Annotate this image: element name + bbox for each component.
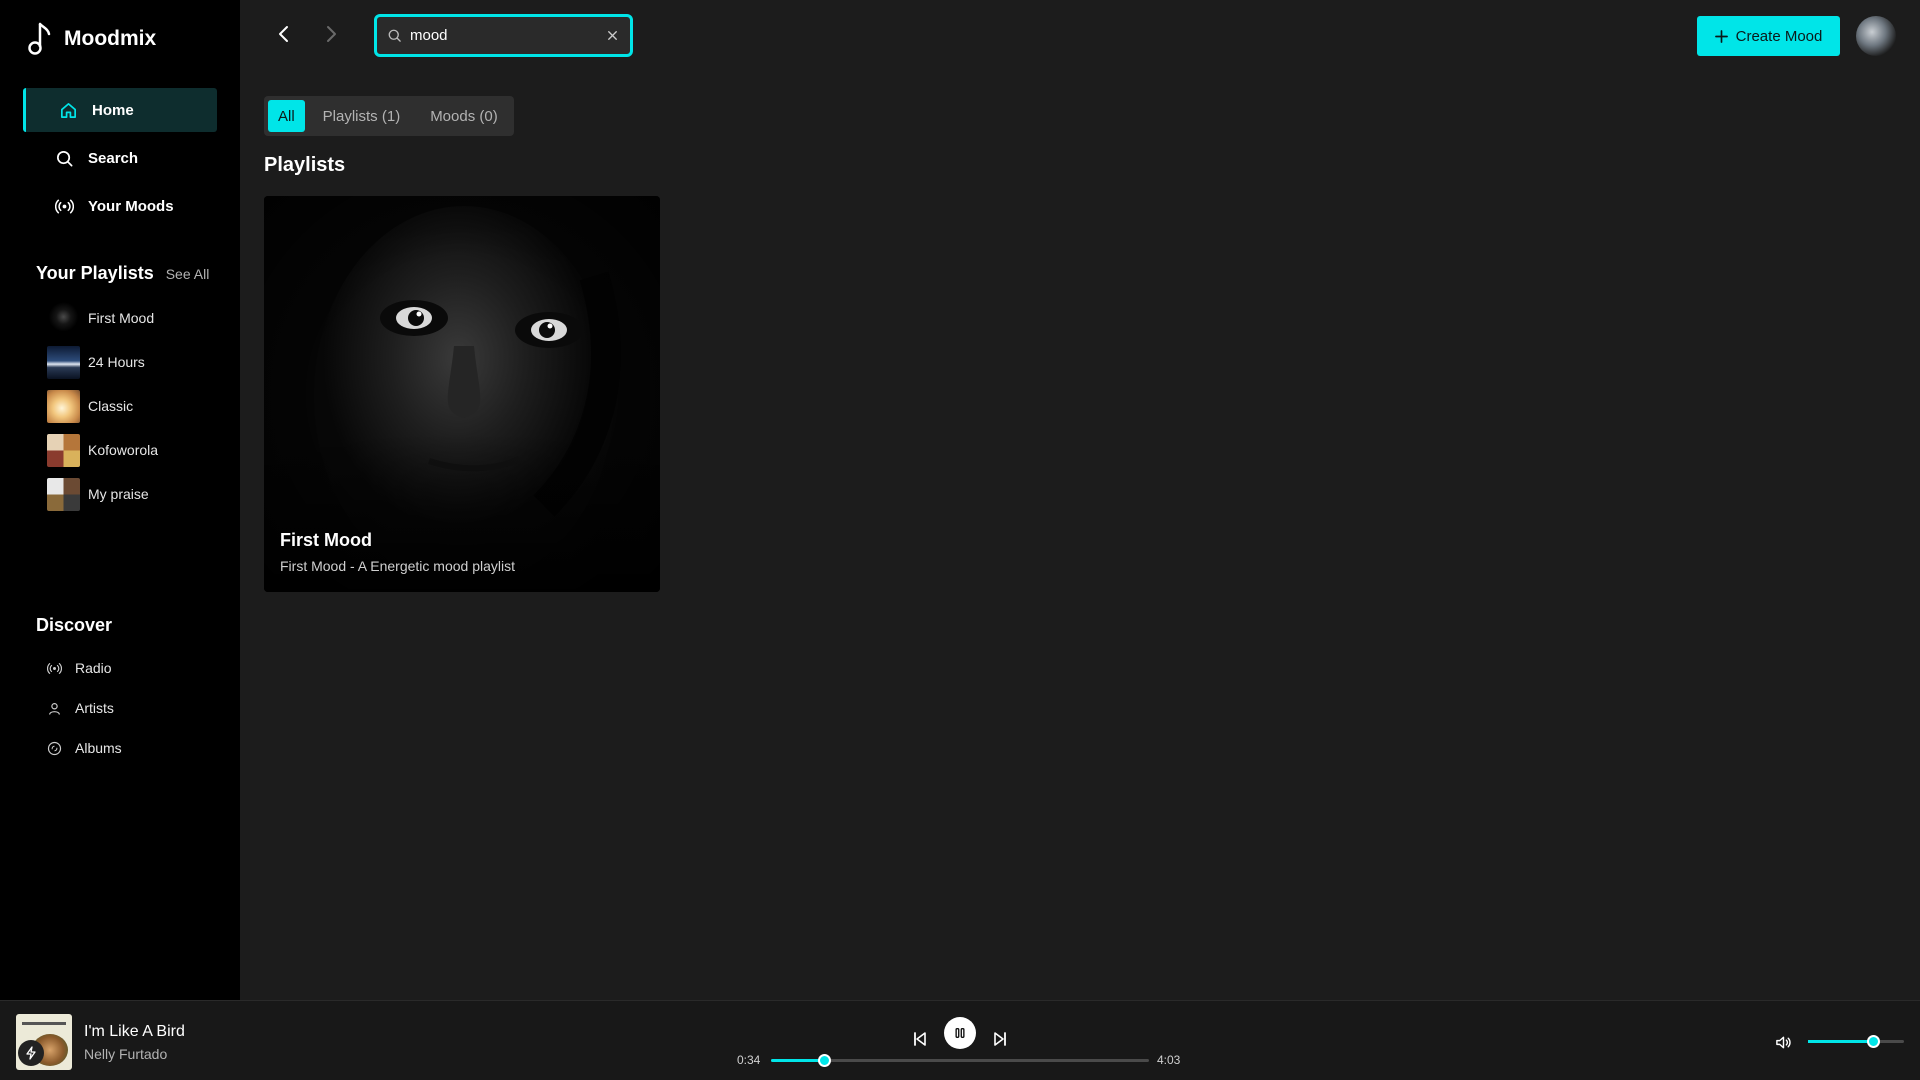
user-icon <box>49 702 60 715</box>
progress-fill <box>771 1059 824 1062</box>
discover-item-radio[interactable]: Radio <box>47 648 227 688</box>
playlist-card[interactable]: First Mood First Mood - A Energetic mood… <box>264 196 660 592</box>
volume-fill <box>1808 1040 1874 1043</box>
filter-tab-playlists[interactable]: Playlists (1) <box>311 100 413 132</box>
card-title: First Mood <box>280 530 372 550</box>
search-icon <box>56 150 73 166</box>
playlist-thumbnail <box>47 433 80 467</box>
create-mood-label: Create Mood <box>1735 27 1823 45</box>
playlist-list: First Mood 24 Hours Classic Kofoworola M… <box>47 296 227 516</box>
playlists-header: Your Playlists See All <box>36 263 209 284</box>
section-title: Your Playlists <box>36 263 154 283</box>
app-name: Moodmix <box>64 27 157 50</box>
results-heading: Playlists <box>264 154 346 176</box>
plus-icon <box>1714 29 1728 43</box>
nav-label: Search <box>88 149 139 167</box>
sidebar-playlist-24-hours[interactable]: 24 Hours <box>47 340 227 384</box>
playlist-label: First Mood <box>88 310 155 326</box>
bolt-icon <box>18 1040 44 1066</box>
discover-item-albums[interactable]: Albums <box>47 728 227 768</box>
playlist-label: 24 Hours <box>88 354 145 370</box>
search-input[interactable] <box>410 27 597 44</box>
total-duration: 4:03 <box>1157 1053 1181 1067</box>
forward-arrow-icon[interactable] <box>319 22 343 46</box>
nav-label: Home <box>92 101 134 119</box>
playlist-thumbnail <box>47 345 80 379</box>
progress-bar[interactable] <box>771 1054 1149 1067</box>
playlist-label: My praise <box>88 486 149 502</box>
sidebar-playlist-first-mood[interactable]: First Mood <box>47 296 227 340</box>
user-avatar[interactable] <box>1856 16 1896 56</box>
filter-tab-all[interactable]: All <box>268 100 305 132</box>
discover-label: Radio <box>75 660 112 676</box>
discover-label: Artists <box>75 700 114 716</box>
volume-handle[interactable] <box>1867 1035 1881 1048</box>
nav-item-search[interactable]: Search <box>23 136 217 180</box>
broadcast-icon <box>55 199 74 213</box>
nav-item-your-moods[interactable]: Your Moods <box>23 184 217 228</box>
music-note-icon <box>28 22 51 55</box>
back-arrow-icon[interactable] <box>272 22 296 46</box>
section-title: Discover <box>36 615 113 635</box>
clear-icon[interactable] <box>605 28 620 43</box>
playlist-label: Classic <box>88 398 134 414</box>
track-title[interactable]: I'm Like A Bird <box>84 1023 185 1041</box>
discover-item-artists[interactable]: Artists <box>47 688 227 728</box>
sidebar-playlist-my-praise[interactable]: My praise <box>47 472 227 516</box>
track-artist[interactable]: Nelly Furtado <box>84 1046 167 1062</box>
now-playing-artwork[interactable] <box>16 1014 72 1070</box>
brand[interactable]: Moodmix <box>26 22 156 56</box>
see-all-link[interactable]: See All <box>166 266 210 282</box>
nav-item-home[interactable]: Home <box>23 88 217 132</box>
previous-icon[interactable] <box>912 1031 928 1047</box>
home-icon <box>60 102 77 118</box>
radio-icon <box>47 662 62 674</box>
progress-handle[interactable] <box>817 1054 831 1067</box>
volume-slider[interactable] <box>1808 1035 1904 1048</box>
player-bar: I'm Like A Bird Nelly Furtado 0:34 4:03 <box>0 1000 1920 1080</box>
discover-header: Discover <box>36 615 112 636</box>
playlist-label: Kofoworola <box>88 442 159 458</box>
discover-label: Albums <box>75 740 122 756</box>
sidebar-playlist-kofoworola[interactable]: Kofoworola <box>47 428 227 472</box>
filter-tabs: All Playlists (1) Moods (0) <box>264 96 514 136</box>
create-mood-button[interactable]: Create Mood <box>1697 16 1840 56</box>
card-subtitle: First Mood - A Energetic mood playlist <box>280 558 515 574</box>
elapsed-time: 0:34 <box>737 1053 761 1067</box>
next-icon[interactable] <box>992 1031 1008 1047</box>
search-bar[interactable] <box>374 14 633 57</box>
nav-label: Your Moods <box>88 197 174 215</box>
pause-icon <box>955 1028 965 1038</box>
playlist-thumbnail <box>47 389 80 423</box>
pause-button[interactable] <box>944 1017 976 1049</box>
album-icon <box>47 741 62 755</box>
sidebar-playlist-classic[interactable]: Classic <box>47 384 227 428</box>
filter-tab-moods[interactable]: Moods (0) <box>418 100 510 132</box>
playlist-thumbnail <box>47 301 80 335</box>
main-nav: Home Search Your Moods <box>23 88 217 232</box>
search-icon <box>388 29 401 42</box>
discover-list: Radio Artists Albums <box>47 648 227 768</box>
sidebar: Moodmix Home Search Your Moods Your Play… <box>0 0 240 1000</box>
volume-icon[interactable] <box>1775 1034 1792 1051</box>
playlist-thumbnail <box>47 477 80 511</box>
